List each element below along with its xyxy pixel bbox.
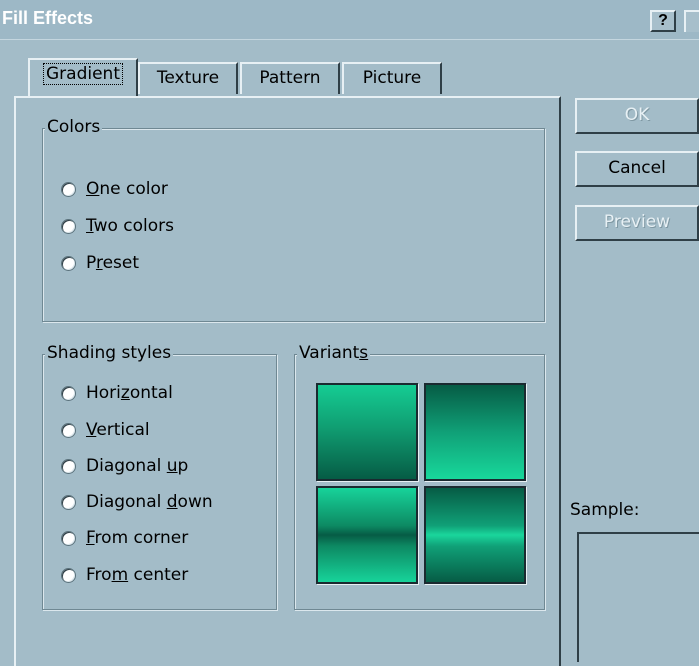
cancel-button[interactable]: Cancel [575,151,699,187]
variant-swatch-2[interactable] [424,383,526,481]
tab-label: Picture [362,68,422,88]
radio-label: From corner [86,528,189,548]
sample-preview [577,532,699,662]
preview-button[interactable]: Preview [575,205,699,241]
radio-two-colors[interactable]: Two colors [61,214,174,238]
radio-from-corner[interactable]: From corner [61,526,188,550]
radio-circle[interactable] [61,422,76,438]
radio-label: Vertical [86,420,150,440]
radio-label: Horizontal [86,383,173,403]
radio-diagonal-up[interactable]: Diagonal up [61,454,188,478]
radio-preset[interactable]: Preset [61,251,139,275]
radio-circle[interactable] [61,218,76,234]
tab-picture[interactable]: Picture [342,62,442,94]
cancel-label: Cancel [608,158,666,178]
sample-label: Sample: [570,500,640,520]
variant-swatch-3[interactable] [316,486,418,584]
tab-gradient[interactable]: Gradient [28,58,138,96]
tab-label: Gradient [43,63,123,85]
radio-circle[interactable] [61,567,76,583]
tab-pattern[interactable]: Pattern [240,62,340,94]
radio-circle[interactable] [61,530,76,546]
variants-legend: Variants [297,343,371,363]
preview-label: Preview [603,212,671,232]
colors-group: Colors One color Two colors Preset [42,117,545,322]
shading-styles-legend: Shading styles [45,343,174,363]
tab-label: Pattern [259,68,321,88]
close-button[interactable] [684,10,699,32]
radio-vertical[interactable]: Vertical [61,418,150,442]
radio-circle[interactable] [61,181,76,197]
colors-legend: Colors [45,117,103,137]
radio-circle[interactable] [61,458,76,474]
tab-panel-gradient: Colors One color Two colors Preset Shadi… [14,96,561,666]
variants-group: Variants [294,343,545,610]
tab-label: Texture [156,68,220,88]
help-button[interactable]: ? [650,10,676,32]
radio-label: From center [86,565,189,585]
radio-label: Preset [86,253,140,273]
radio-one-color[interactable]: One color [61,177,168,201]
radio-label: Two colors [86,216,175,236]
window-title: Fill Effects [2,8,94,28]
tab-texture[interactable]: Texture [138,62,238,94]
radio-circle[interactable] [61,385,76,401]
radio-from-center[interactable]: From center [61,563,188,587]
ok-label: OK [624,105,650,125]
ok-button[interactable]: OK [575,98,699,134]
radio-diagonal-down[interactable]: Diagonal down [61,490,213,514]
radio-label: Diagonal down [86,492,213,512]
shading-styles-group: Shading styles Horizontal Vertical Diago… [42,343,277,610]
title-bar: Fill Effects ? [0,0,699,40]
radio-circle[interactable] [61,494,76,510]
radio-circle[interactable] [61,255,76,271]
radio-label: One color [86,179,168,199]
variant-swatch-1[interactable] [316,383,418,481]
radio-horizontal[interactable]: Horizontal [61,381,173,405]
radio-label: Diagonal up [86,456,189,476]
variant-swatch-4[interactable] [424,486,526,584]
